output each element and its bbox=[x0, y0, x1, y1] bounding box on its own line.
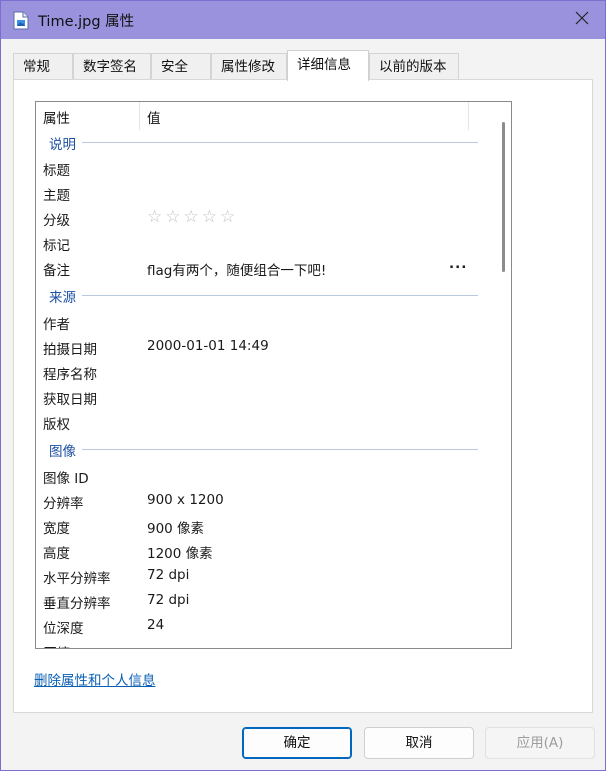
vertical-scrollbar[interactable] bbox=[497, 102, 511, 648]
property-name: 主题 bbox=[43, 188, 70, 204]
group-label: 来源 bbox=[49, 290, 76, 306]
property-row[interactable]: 获取日期 bbox=[36, 384, 496, 409]
property-name: 图像 ID bbox=[43, 471, 89, 487]
property-name: 高度 bbox=[43, 546, 70, 562]
properties-window: Time.jpg 属性 常规 数字签名 安全 属性修改 详细信息 以前的版本 属… bbox=[0, 0, 606, 771]
property-name: 宽度 bbox=[43, 521, 70, 537]
column-separator[interactable] bbox=[139, 102, 140, 130]
property-value: flag有两个，随便组合一下吧! bbox=[147, 263, 327, 279]
property-value: 900 像素 bbox=[147, 521, 205, 537]
property-name: 拍摄日期 bbox=[43, 342, 97, 358]
group-divider bbox=[82, 142, 478, 143]
property-value: 1200 像素 bbox=[147, 546, 213, 562]
property-name: 分辨率 bbox=[43, 496, 84, 512]
column-property[interactable]: 属性 bbox=[43, 107, 70, 127]
property-row[interactable]: 宽度 900 像素 bbox=[36, 513, 496, 538]
property-row[interactable]: 标记 bbox=[36, 230, 496, 255]
property-row[interactable]: 垂直分辨率 72 dpi bbox=[36, 588, 496, 613]
remove-properties-link[interactable]: 删除属性和个人信息 bbox=[34, 669, 156, 689]
tab-security[interactable]: 安全 bbox=[151, 53, 211, 80]
property-value: 72 dpi bbox=[147, 567, 190, 583]
tab-attribute-modify[interactable]: 属性修改 bbox=[211, 53, 287, 80]
property-row[interactable]: 程序名称 bbox=[36, 359, 496, 384]
image-file-icon bbox=[13, 11, 29, 30]
tab-previous-versions[interactable]: 以前的版本 bbox=[369, 53, 459, 80]
column-separator[interactable] bbox=[468, 102, 469, 130]
property-name: 作者 bbox=[43, 317, 70, 333]
property-name: 程序名称 bbox=[43, 367, 97, 383]
property-value: 24 bbox=[147, 617, 165, 633]
tab-details[interactable]: 详细信息 bbox=[287, 50, 369, 81]
ok-button[interactable]: 确定 bbox=[242, 727, 352, 759]
property-row[interactable]: 拍摄日期 2000-01-01 14:49 bbox=[36, 334, 496, 359]
property-name: 垂直分辨率 bbox=[43, 596, 111, 612]
property-name: 位深度 bbox=[43, 621, 84, 637]
property-row[interactable]: 分辨率 900 x 1200 bbox=[36, 488, 496, 513]
group-image: 图像 bbox=[36, 437, 496, 462]
property-row[interactable]: 主题 bbox=[36, 180, 496, 205]
property-row[interactable]: 位深度 24 bbox=[36, 613, 496, 638]
property-row[interactable]: 图像 ID bbox=[36, 463, 496, 488]
close-icon bbox=[575, 11, 589, 29]
property-row[interactable]: 分级 ☆☆☆☆☆ bbox=[36, 205, 496, 230]
cancel-button[interactable]: 取消 bbox=[364, 727, 474, 759]
property-name: 标记 bbox=[43, 238, 70, 254]
property-name: 标题 bbox=[43, 163, 70, 179]
property-name: 备注 bbox=[43, 263, 70, 279]
title-bar: Time.jpg 属性 bbox=[1, 1, 605, 39]
tab-strip: 常规 数字签名 安全 属性修改 详细信息 以前的版本 bbox=[13, 50, 593, 81]
tab-general[interactable]: 常规 bbox=[13, 53, 73, 80]
property-name: 版权 bbox=[43, 417, 70, 433]
property-row[interactable]: 高度 1200 像素 bbox=[36, 538, 496, 563]
property-value: 900 x 1200 bbox=[147, 492, 224, 508]
property-row[interactable]: 水平分辨率 72 dpi bbox=[36, 563, 496, 588]
details-panel: 属性 值 说明 标题 主题 分级 ☆☆☆☆☆ 标记 备注 flag有两个，随便组… bbox=[13, 79, 593, 713]
property-value: 72 dpi bbox=[147, 592, 190, 608]
property-row[interactable]: 备注 flag有两个，随便组合一下吧! ... bbox=[36, 255, 496, 280]
column-value[interactable]: 值 bbox=[147, 107, 161, 127]
column-header: 属性 值 bbox=[36, 102, 511, 130]
close-button[interactable] bbox=[559, 1, 605, 39]
group-label: 说明 bbox=[49, 137, 76, 153]
group-divider bbox=[82, 295, 478, 296]
more-ellipsis-button[interactable]: ... bbox=[449, 256, 467, 272]
property-name: 水平分辨率 bbox=[43, 571, 111, 587]
property-name: 获取日期 bbox=[43, 392, 97, 408]
rating-stars-icon[interactable]: ☆☆☆☆☆ bbox=[147, 207, 238, 227]
property-row[interactable]: 压缩 bbox=[36, 638, 496, 648]
property-row[interactable]: 标题 bbox=[36, 155, 496, 180]
details-list[interactable]: 属性 值 说明 标题 主题 分级 ☆☆☆☆☆ 标记 备注 flag有两个，随便组… bbox=[35, 101, 512, 649]
property-value: 2000-01-01 14:49 bbox=[147, 338, 269, 354]
property-name: 压缩 bbox=[43, 642, 70, 648]
group-divider bbox=[82, 449, 478, 450]
property-name: 分级 bbox=[43, 213, 70, 229]
window-title: Time.jpg 属性 bbox=[38, 14, 135, 30]
group-origin: 来源 bbox=[36, 283, 496, 308]
group-label: 图像 bbox=[49, 444, 76, 460]
property-row[interactable]: 版权 bbox=[36, 409, 496, 434]
property-row[interactable]: 作者 bbox=[36, 309, 496, 334]
group-description: 说明 bbox=[36, 130, 496, 155]
apply-button[interactable]: 应用(A) bbox=[485, 727, 595, 759]
scrollbar-thumb[interactable] bbox=[502, 122, 505, 272]
tab-digital-signatures[interactable]: 数字签名 bbox=[73, 53, 151, 80]
